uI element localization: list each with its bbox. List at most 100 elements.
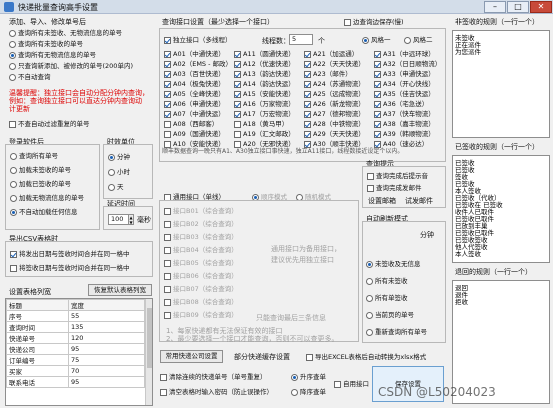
table-row[interactable]: 订单编号 75 (6, 354, 145, 366)
checkbox-box[interactable] (334, 380, 341, 388)
radio-dot[interactable] (10, 194, 17, 202)
carrier-carriers_c4-2[interactable]: A33（申通快运） (374, 70, 435, 78)
generic-api-item-5[interactable]: 接口B06（综合查询） (164, 272, 238, 280)
generic-api-item-6[interactable]: 接口B07（综合查询） (164, 285, 238, 293)
checkbox-box[interactable] (164, 50, 171, 58)
notify-sound-checkbox[interactable]: 查询完成后提示音 (367, 172, 428, 180)
checkbox-box[interactable] (234, 100, 241, 108)
table-row[interactable]: 快递公司 95 (6, 343, 145, 355)
generic-api-item-8[interactable]: 接口B09（综合查询） (164, 311, 238, 319)
carrier-carriers_c3-3[interactable]: A24（苏通物流） (304, 80, 365, 88)
radio-dot[interactable] (366, 294, 373, 302)
generic-api-item-4[interactable]: 接口B05（综合查询） (164, 259, 238, 267)
after-add-option-2[interactable]: 查询所有无物流信息的单号 (9, 51, 96, 59)
col-title-cell[interactable]: 查询时间 (6, 321, 69, 333)
col-width-cell[interactable]: 120 (68, 332, 145, 344)
checkbox-box[interactable] (164, 272, 171, 280)
carrier-carriers_c2-1[interactable]: A12（优速快递） (234, 60, 295, 68)
carrier-carriers_c2-9[interactable]: A20（无邪快递） (234, 140, 295, 148)
carrier-carriers_c2-7[interactable]: A18（黄马甲） (234, 120, 288, 128)
checkbox-box[interactable] (164, 60, 171, 68)
export-xlsx-checkbox[interactable]: 导出EXCEL表格后自动转换为xlsx格式 (306, 353, 426, 361)
refresh-option-1[interactable]: 所有未签收 (366, 277, 408, 285)
scrollbar-thumb[interactable] (147, 308, 152, 368)
style2-radio[interactable]: 风格二 (404, 36, 433, 44)
notify-mail-checkbox[interactable]: 查询完成发邮件 (367, 184, 422, 192)
carrier-carriers_c2-2[interactable]: A13（韵达快递） (234, 70, 295, 78)
carrier-carriers_c3-8[interactable]: A29（天天快递） (304, 130, 365, 138)
checkbox-box[interactable] (164, 298, 171, 306)
checkbox-box[interactable] (234, 120, 241, 128)
no-auto-dup-checkbox[interactable]: 不查自动过滤重复的单号 (9, 120, 90, 128)
radio-dot[interactable] (9, 62, 16, 70)
checkbox-box[interactable] (344, 18, 351, 26)
threads-input[interactable]: 5 (289, 34, 313, 45)
radio-dot[interactable] (9, 51, 16, 59)
checkbox-box[interactable] (234, 130, 241, 138)
after-add-option-3[interactable]: 只查询新添加、被修改的单号(200单内) (9, 62, 133, 70)
time-unit-option-0[interactable]: 分钟 (108, 153, 130, 161)
radio-dot[interactable] (108, 153, 115, 161)
radio-dot[interactable] (10, 152, 17, 160)
table-row[interactable]: 查询时间 135 (6, 321, 145, 333)
checkbox-box[interactable] (164, 36, 171, 44)
checkbox-box[interactable] (304, 90, 311, 98)
carrier-carriers_c1-5[interactable]: A06（申通快递） (164, 100, 225, 108)
carrier-carriers_c2-8[interactable]: A19（汇文邮政） (234, 130, 295, 138)
checkbox-box[interactable] (164, 220, 171, 228)
reset-column-width-button[interactable]: 恢复默认表格列宽 (88, 284, 152, 296)
login-option-2[interactable]: 加载已签收的单号 (10, 180, 71, 188)
col-width-cell[interactable]: 75 (68, 354, 145, 366)
radio-dot[interactable] (291, 388, 298, 396)
col-title-cell[interactable]: 快递单号 (6, 332, 69, 344)
checkbox-box[interactable] (374, 110, 381, 118)
table-row[interactable]: 联系电话 95 (6, 376, 145, 388)
checkbox-box[interactable] (367, 184, 374, 192)
checkbox-box[interactable] (367, 172, 374, 180)
radio-dot[interactable] (108, 168, 115, 176)
generic-api-item-0[interactable]: 接口B01（综合查询） (164, 207, 238, 215)
carrier-carriers_c4-8[interactable]: A39（韩顺物流） (374, 130, 435, 138)
carrier-carriers_c4-3[interactable]: A34（开心快线） (374, 80, 435, 88)
carrier-carriers_c4-6[interactable]: A37（快车物流） (374, 110, 435, 118)
unsigned-rules-textbox[interactable]: 未签收 正在派件 为您派件 (452, 30, 550, 138)
radio-dot[interactable] (291, 373, 298, 381)
checkbox-box[interactable] (234, 60, 241, 68)
desc-radio[interactable]: 降序查单 (291, 388, 326, 396)
checkbox-box[interactable] (374, 90, 381, 98)
after-add-option-4[interactable]: 不自动查询 (9, 73, 51, 81)
checkbox-box[interactable] (304, 130, 311, 138)
carrier-carriers_c1-3[interactable]: A04（极兔快递） (164, 80, 225, 88)
carrier-carriers_c1-0[interactable]: A01（中通快递） (164, 50, 225, 58)
time-unit-option-1[interactable]: 小时 (108, 168, 130, 176)
carrier-carriers_c4-5[interactable]: A36（宅急送） (374, 100, 428, 108)
carrier-carriers_c1-7[interactable]: A08（西邮客） (164, 120, 218, 128)
radio-dot[interactable] (362, 36, 369, 44)
partial-cache-settings-link[interactable]: 部分快递缓存设置 (234, 353, 290, 362)
checkbox-box[interactable] (234, 80, 241, 88)
carrier-carriers_c1-8[interactable]: A09（国通快递） (164, 130, 225, 138)
checkbox-box[interactable] (9, 120, 16, 128)
table-scrollbar[interactable] (145, 299, 152, 405)
checkbox-box[interactable] (304, 140, 311, 148)
set-mailbox-link[interactable]: 设置邮箱 (368, 197, 396, 206)
carrier-carriers_c1-9[interactable]: A10（安能快递） (164, 140, 225, 148)
table-row[interactable]: 序号 55 (6, 310, 145, 322)
maximize-button[interactable]: □ (507, 1, 529, 13)
clear-password-checkbox[interactable]: 清空表格时输入密码（防止误操作） (160, 388, 273, 396)
csv-option-1[interactable]: 将签收日期与签收时间合并在同一格中 (10, 264, 130, 272)
carrier-carriers_c3-1[interactable]: A22（天天快递） (304, 60, 365, 68)
minimize-button[interactable]: – (484, 1, 506, 13)
table-row[interactable]: 买家 70 (6, 365, 145, 377)
checkbox-box[interactable] (234, 140, 241, 148)
checkbox-box[interactable] (164, 140, 171, 148)
carrier-carriers_c3-9[interactable]: A30（顺丰快递） (304, 140, 365, 148)
close-button[interactable]: ✕ (530, 1, 552, 13)
col-width-cell[interactable]: 95 (68, 376, 145, 388)
carrier-carriers_c3-2[interactable]: A23（邮件） (304, 70, 352, 78)
carrier-carriers_c3-4[interactable]: A25（远成物流） (304, 90, 365, 98)
signed-rules-textbox[interactable]: 已签收 已签收 签收 已签收 本人签收 已签收（代收） 已签收在 已签收 收件人已取件 已签收已… (452, 155, 550, 263)
col-title-cell[interactable]: 订单编号 (6, 354, 69, 366)
radio-dot[interactable] (9, 29, 16, 37)
col-width-cell[interactable]: 70 (68, 365, 145, 377)
